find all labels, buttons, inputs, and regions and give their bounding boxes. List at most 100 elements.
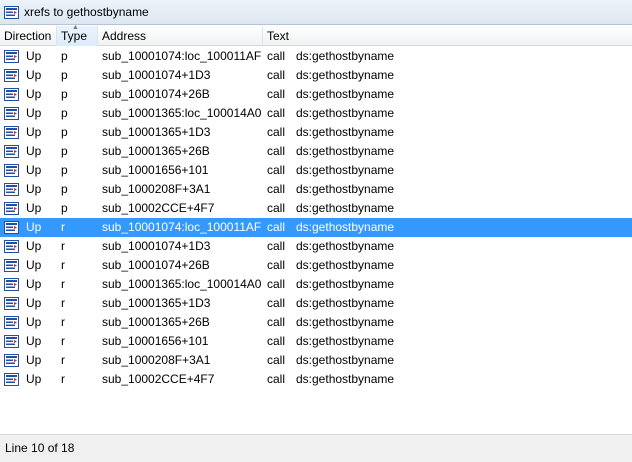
xref-icon: [4, 69, 19, 82]
instruction-operand: ds:gethostbyname: [296, 277, 395, 291]
xref-icon: [4, 5, 19, 19]
table-row[interactable]: Up r sub_10001074:loc_100011AF call ds:getho…: [0, 218, 632, 237]
column-header-address[interactable]: Address: [98, 26, 263, 46]
text-cell: call ds:gethostbyname: [263, 237, 632, 256]
direction-cell: Up: [0, 256, 57, 275]
table-row[interactable]: Up p sub_10001365+26B call ds:gethostbyname: [0, 142, 632, 161]
type-cell: r: [61, 315, 65, 329]
address-cell: sub_10001656+101: [102, 163, 209, 177]
instruction-operand: ds:gethostbyname: [296, 220, 395, 234]
instruction-operand: ds:gethostbyname: [296, 106, 395, 120]
type-cell: r: [61, 372, 65, 386]
table-row[interactable]: Up r sub_10002CCE+4F7 call ds:gethostbyname: [0, 370, 632, 389]
direction-cell: Up: [0, 237, 57, 256]
instruction-mnemonic: call: [267, 315, 286, 329]
instruction-mnemonic: call: [267, 68, 286, 82]
text-cell: call ds:gethostbyname: [263, 199, 632, 218]
table-row[interactable]: Up p sub_10001074+1D3 call ds:gethostbyname: [0, 66, 632, 85]
instruction-mnemonic: call: [267, 163, 286, 177]
text-cell: call ds:gethostbyname: [263, 142, 632, 161]
direction-cell: Up: [0, 104, 57, 123]
xref-icon: [4, 316, 19, 329]
xref-icon: [4, 183, 19, 196]
table-row[interactable]: Up p sub_10002CCE+4F7 call ds:gethostbyname: [0, 199, 632, 218]
xref-icon: [4, 50, 19, 63]
instruction-mnemonic: call: [267, 49, 286, 63]
direction-cell: Up: [0, 218, 57, 237]
table-row[interactable]: Up r sub_1000208F+3A1 call ds:gethostbyname: [0, 351, 632, 370]
instruction-operand: ds:gethostbyname: [296, 201, 395, 215]
window-title: xrefs to gethostbyname: [24, 5, 149, 19]
direction-cell: Up: [0, 180, 57, 199]
table-row[interactable]: Up p sub_10001074:loc_100011AF call ds:getho…: [0, 47, 632, 66]
table-row[interactable]: Up p sub_10001365+1D3 call ds:gethostbyname: [0, 123, 632, 142]
direction-cell: Up: [0, 66, 57, 85]
text-cell: call ds:gethostbyname: [263, 294, 632, 313]
xref-icon: [4, 107, 19, 120]
instruction-mnemonic: call: [267, 296, 286, 310]
instruction-operand: ds:gethostbyname: [296, 87, 395, 101]
address-cell: sub_10001074:loc_100011AF: [102, 49, 262, 63]
instruction-operand: ds:gethostbyname: [296, 334, 395, 348]
instruction-mnemonic: call: [267, 201, 286, 215]
type-cell: p: [61, 163, 68, 177]
table-row[interactable]: Up r sub_10001074+1D3 call ds:gethostbyname: [0, 237, 632, 256]
column-header-direction[interactable]: Direction: [0, 26, 57, 46]
table-row[interactable]: Up p sub_10001074+26B call ds:gethostbyname: [0, 85, 632, 104]
text-cell: call ds:gethostbyname: [263, 161, 632, 180]
xref-icon: [4, 335, 19, 348]
text-cell: call ds:gethostbyname: [263, 47, 632, 66]
xref-icon: [4, 354, 19, 367]
direction-label: Up: [26, 49, 42, 63]
direction-cell: Up: [0, 142, 57, 161]
xref-icon: [4, 278, 19, 291]
direction-cell: Up: [0, 351, 57, 370]
direction-cell: Up: [0, 313, 57, 332]
table-row[interactable]: Up r sub_10001365+26B call ds:gethostbyname: [0, 313, 632, 332]
direction-label: Up: [26, 144, 42, 158]
instruction-mnemonic: call: [267, 353, 286, 367]
column-header-text[interactable]: Text: [263, 26, 632, 46]
address-cell: sub_10001074+26B: [102, 258, 210, 272]
instruction-mnemonic: call: [267, 87, 286, 101]
title-bar: xrefs to gethostbyname: [0, 0, 632, 25]
instruction-operand: ds:gethostbyname: [296, 315, 395, 329]
xref-icon: [4, 145, 19, 158]
direction-label: Up: [26, 258, 42, 272]
instruction-mnemonic: call: [267, 239, 286, 253]
address-cell: sub_10001365+1D3: [102, 125, 211, 139]
direction-label: Up: [26, 334, 42, 348]
direction-label: Up: [26, 277, 42, 291]
direction-label: Up: [26, 372, 42, 386]
table-row[interactable]: Up p sub_10001365:loc_100014A0 call ds:getho…: [0, 104, 632, 123]
xref-icon: [4, 88, 19, 101]
table-row[interactable]: Up r sub_10001656+101 call ds:gethostbyname: [0, 332, 632, 351]
direction-cell: Up: [0, 47, 57, 66]
table-row[interactable]: Up p sub_10001656+101 call ds:gethostbyname: [0, 161, 632, 180]
table-row[interactable]: Up r sub_10001365:loc_100014A0 call ds:getho…: [0, 275, 632, 294]
type-cell: p: [61, 68, 68, 82]
instruction-mnemonic: call: [267, 220, 286, 234]
table-row[interactable]: Up p sub_1000208F+3A1 call ds:gethostbyname: [0, 180, 632, 199]
column-header-type[interactable]: ▲ Type: [57, 24, 98, 46]
xref-icon: [4, 297, 19, 310]
instruction-operand: ds:gethostbyname: [296, 353, 395, 367]
instruction-operand: ds:gethostbyname: [296, 239, 395, 253]
xref-icon: [4, 259, 19, 272]
instruction-operand: ds:gethostbyname: [296, 68, 395, 82]
type-cell: p: [61, 87, 68, 101]
instruction-operand: ds:gethostbyname: [296, 258, 395, 272]
sort-ascending-icon: ▲: [72, 24, 79, 31]
direction-label: Up: [26, 182, 42, 196]
address-cell: sub_10001074:loc_100011AF: [102, 220, 262, 234]
instruction-mnemonic: call: [267, 125, 286, 139]
address-cell: sub_10001365+1D3: [102, 296, 211, 310]
address-cell: sub_10001365+26B: [102, 315, 210, 329]
text-cell: call ds:gethostbyname: [263, 332, 632, 351]
table-row[interactable]: Up r sub_10001365+1D3 call ds:gethostbyname: [0, 294, 632, 313]
direction-cell: Up: [0, 85, 57, 104]
text-cell: call ds:gethostbyname: [263, 66, 632, 85]
xref-icon: [4, 126, 19, 139]
type-cell: p: [61, 49, 68, 63]
table-row[interactable]: Up r sub_10001074+26B call ds:gethostbyname: [0, 256, 632, 275]
